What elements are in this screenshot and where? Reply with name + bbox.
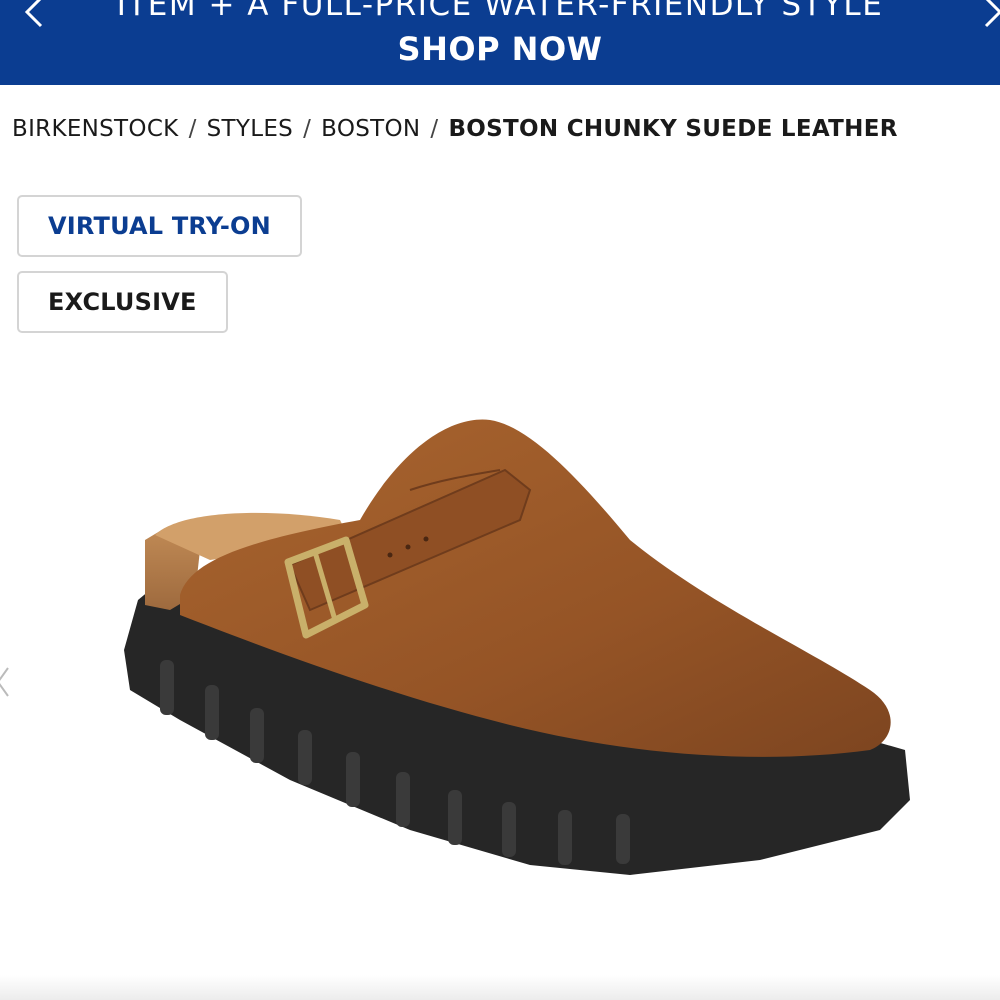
chevron-right-icon[interactable] (980, 0, 1000, 34)
product-image[interactable] (110, 390, 930, 910)
virtual-try-on-button[interactable]: VIRTUAL TRY-ON (17, 195, 302, 257)
breadcrumb-separator: / (188, 116, 197, 142)
shop-now-link[interactable]: SHOP NOW (0, 30, 1000, 68)
breadcrumb-separator: / (430, 116, 439, 142)
exclusive-badge: EXCLUSIVE (17, 271, 228, 333)
promo-banner[interactable]: ITEM + A FULL-PRICE WATER-FRIENDLY STYLE… (0, 0, 1000, 85)
breadcrumb-separator: / (303, 116, 312, 142)
page-bottom-fade (0, 975, 1000, 1000)
breadcrumb: BIRKENSTOCK / STYLES / BOSTON / BOSTON CHUNKY … (12, 112, 898, 146)
breadcrumb-item-boston[interactable]: BOSTON (321, 116, 420, 142)
promo-banner-text: ITEM + A FULL-PRICE WATER-FRIENDLY STYLE (116, 0, 884, 23)
breadcrumb-current: BOSTON CHUNKY SUEDE LEATHER (448, 116, 898, 142)
gallery-prev-icon[interactable] (0, 662, 14, 702)
breadcrumb-item-styles[interactable]: STYLES (207, 116, 293, 142)
breadcrumb-item-birkenstock[interactable]: BIRKENSTOCK (12, 116, 179, 142)
